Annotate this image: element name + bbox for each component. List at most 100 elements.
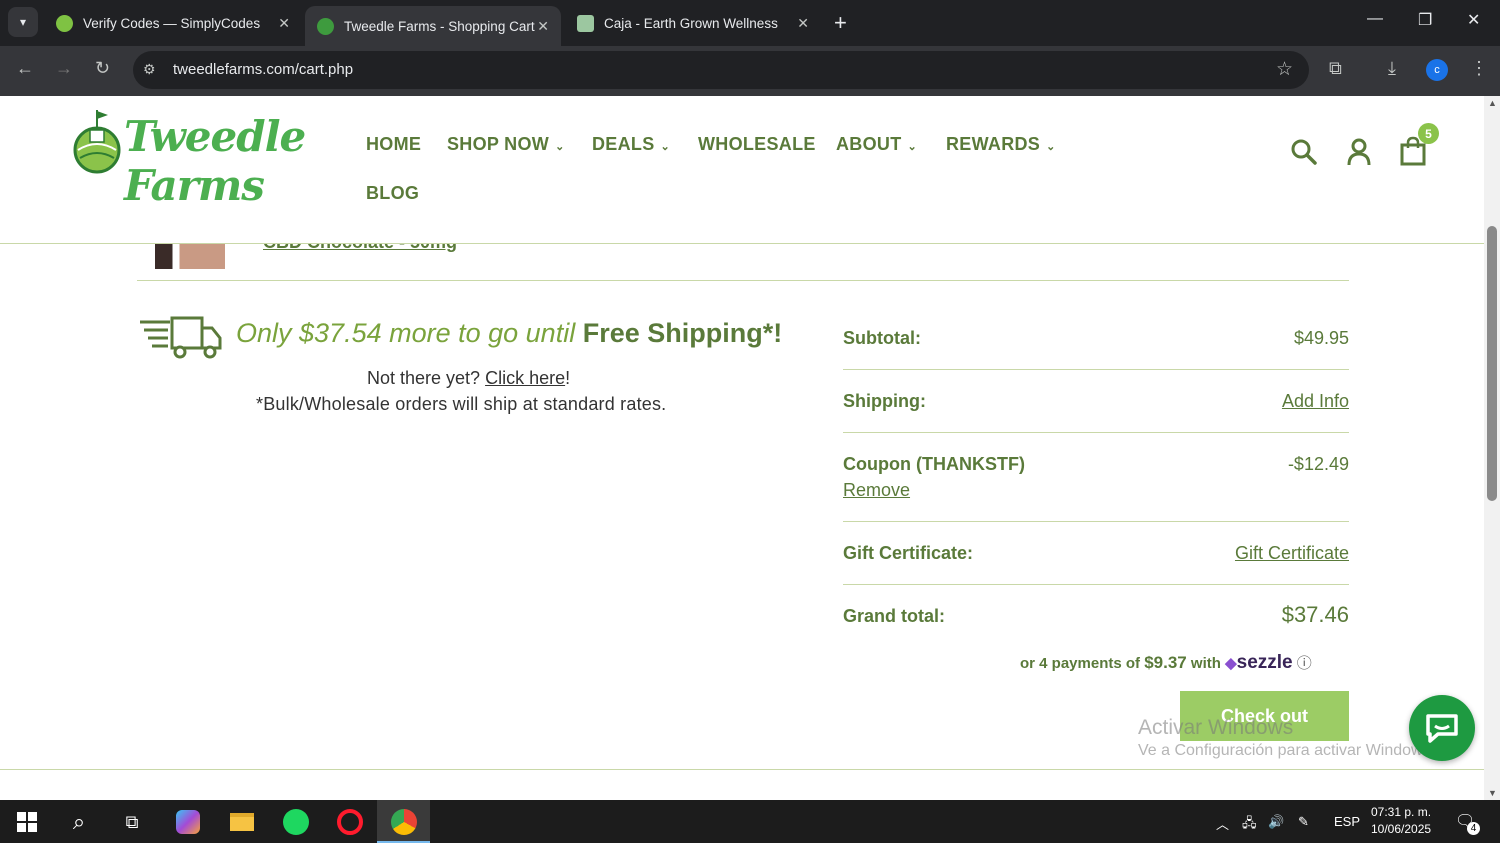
tab-title: Verify Codes — SimplyCodes — [83, 15, 261, 31]
address-bar[interactable]: ⚙ tweedlefarms.com/cart.php ☆ — [133, 51, 1309, 89]
new-tab-plus-icon[interactable]: + — [834, 10, 847, 36]
sezzle-brand: sezzle — [1236, 652, 1293, 673]
shipping-label: Shipping: — [843, 391, 926, 411]
tab-simplycodes[interactable]: Verify Codes — SimplyCodes ✕ — [44, 6, 302, 40]
chevron-down-icon: ▾ — [19, 15, 27, 29]
cart-count-badge: 5 — [1418, 123, 1439, 144]
back-arrow-icon[interactable]: ← — [16, 58, 34, 79]
shipping-row: Shipping: Add Info — [843, 370, 1349, 433]
sezzle-installments[interactable]: or 4 payments of $9.37 with ◆sezzle ⓘ — [1020, 652, 1312, 674]
minimize-icon[interactable]: — — [1367, 10, 1383, 28]
coupon-label: Coupon (THANKSTF) — [843, 454, 1025, 474]
gift-certificate-label: Gift Certificate: — [843, 543, 974, 563]
show-hidden-icons-chevron-icon[interactable]: ︿ — [1216, 814, 1229, 833]
language-indicator[interactable]: ESP — [1334, 814, 1360, 829]
volume-icon[interactable]: 🔊 — [1268, 814, 1284, 830]
earth-grown-favicon-icon — [577, 14, 594, 32]
file-explorer-icon[interactable] — [226, 806, 258, 838]
browser-tab-bar: ▾ Verify Codes — SimplyCodes ✕ Tweedle F… — [0, 0, 1500, 46]
nav-wholesale-label: WHOLESALE — [698, 134, 816, 154]
download-icon[interactable]: ⤓ — [1388, 58, 1396, 79]
scrollbar-thumb[interactable] — [1487, 226, 1497, 501]
search-icon[interactable] — [1290, 138, 1318, 166]
subtotal-label: Subtotal: — [843, 328, 921, 348]
chat-bubble-icon — [1426, 714, 1458, 743]
scroll-up-icon[interactable]: ▲ — [1488, 98, 1497, 108]
tab-title: Caja - Earth Grown Wellness — [604, 15, 778, 31]
close-icon[interactable]: ✕ — [278, 15, 290, 32]
product-thumbnail[interactable] — [155, 241, 225, 269]
farm-globe-logo-icon — [73, 110, 121, 174]
divider — [137, 280, 1349, 281]
nav-shop-now[interactable]: SHOP NOW ⌄ — [447, 134, 565, 155]
bulk-wholesale-note: *Bulk/Wholesale orders will ship at stan… — [256, 394, 667, 414]
click-here-link[interactable]: Click here — [485, 368, 565, 388]
nav-rewards[interactable]: REWARDS ⌄ — [946, 134, 1056, 155]
grand-total-label: Grand total: — [843, 606, 945, 626]
sezzle-amount: $9.37 — [1144, 653, 1187, 672]
nav-deals[interactable]: DEALS ⌄ — [592, 134, 670, 155]
delivery-truck-icon — [140, 316, 222, 359]
tab-earth-grown[interactable]: Caja - Earth Grown Wellness ✕ — [565, 6, 821, 40]
close-icon[interactable]: ✕ — [537, 18, 549, 35]
chrome-icon[interactable] — [388, 806, 420, 838]
not-there-yet-text: Not there yet? Click here! — [367, 368, 570, 389]
page-scrollbar[interactable]: ▲ ▼ — [1484, 96, 1500, 800]
nav-blog[interactable]: BLOG — [366, 183, 419, 204]
forward-arrow-icon[interactable]: → — [55, 58, 73, 79]
bookmark-star-icon[interactable]: ☆ — [1276, 58, 1293, 81]
promo-prefix: Only $37.54 more to go until — [236, 318, 583, 348]
url-text[interactable]: tweedlefarms.com/cart.php — [173, 61, 353, 78]
nav-wholesale[interactable]: WHOLESALE — [698, 134, 816, 155]
coupon-value: -$12.49 — [1287, 454, 1349, 474]
close-window-icon[interactable]: ✕ — [1467, 10, 1480, 30]
not-there-label: Not there yet? — [367, 368, 486, 388]
coupon-row: Coupon (THANKSTF) -$12.49 Remove — [843, 433, 1349, 522]
clock-date: 10/06/2025 — [1371, 822, 1432, 836]
nav-about[interactable]: ABOUT ⌄ — [836, 134, 917, 155]
windows-activation-subtext: Ve a Configuración para activar Windows. — [1138, 742, 1436, 759]
reload-icon[interactable]: ↻ — [95, 58, 110, 79]
windows-start-icon[interactable] — [11, 806, 43, 838]
info-icon[interactable]: ⓘ — [1297, 655, 1312, 672]
free-shipping-message: Only $37.54 more to go until Free Shippi… — [236, 318, 782, 349]
pen-icon[interactable]: ✎ — [1298, 814, 1309, 830]
live-chat-button[interactable] — [1409, 695, 1475, 761]
site-header: Tweedle Farms HOME SHOP NOW ⌄ DEALS ⌄ WHOL… — [0, 96, 1484, 244]
search-icon[interactable]: ⌕ — [63, 806, 95, 838]
simplycodes-favicon-icon — [56, 14, 73, 32]
grand-total-row: Grand total: $37.46 — [843, 585, 1349, 647]
chevron-down-icon: ⌄ — [1046, 141, 1056, 153]
gift-certificate-link[interactable]: Gift Certificate — [1235, 543, 1349, 563]
tab-tweedle-farms[interactable]: Tweedle Farms - Shopping Cart ✕ — [305, 6, 561, 46]
restore-icon[interactable]: ❐ — [1418, 10, 1432, 30]
tab-search-button[interactable]: ▾ — [8, 7, 38, 37]
web-page: CBD Chocolate - 50mg Tweedle Farms HOME … — [0, 96, 1484, 800]
task-view-icon[interactable]: ⧉ — [116, 806, 148, 838]
account-user-icon[interactable] — [1346, 137, 1372, 167]
subtotal-value: $49.95 — [1293, 328, 1349, 348]
spotify-icon[interactable] — [280, 806, 312, 838]
more-menu-icon[interactable]: ⋮ — [1470, 58, 1488, 79]
sezzle-logo-icon: ◆ — [1225, 655, 1237, 672]
nav-about-label: ABOUT — [836, 134, 902, 154]
browser-toolbar: ← → ↻ ⚙ tweedlefarms.com/cart.php ☆ ⧉ ⤓ … — [0, 46, 1500, 96]
copilot-icon[interactable] — [172, 806, 204, 838]
chevron-down-icon: ⌄ — [555, 141, 565, 153]
site-info-icon[interactable]: ⚙ — [143, 61, 156, 78]
grand-total-value: $37.46 — [1281, 602, 1349, 627]
close-icon[interactable]: ✕ — [797, 15, 809, 32]
add-shipping-info-link[interactable]: Add Info — [1282, 391, 1349, 411]
remove-coupon-link[interactable]: Remove — [843, 480, 910, 501]
network-icon[interactable]: 🖧 — [1242, 814, 1257, 836]
tweedle-farms-logo[interactable]: Tweedle Farms — [72, 108, 352, 210]
profile-avatar[interactable]: c — [1426, 59, 1448, 81]
scroll-down-icon[interactable]: ▼ — [1488, 788, 1497, 798]
taskbar-clock[interactable]: 07:31 p. m. 10/06/2025 — [1371, 804, 1431, 838]
promo-free-shipping: Free Shipping*! — [582, 318, 783, 348]
subtotal-row: Subtotal: $49.95 — [843, 318, 1349, 370]
extensions-puzzle-icon[interactable]: ⧉ — [1329, 58, 1342, 79]
nav-home[interactable]: HOME — [366, 134, 421, 155]
sezzle-prefix: or 4 payments of — [1020, 655, 1145, 672]
opera-icon[interactable] — [334, 806, 366, 838]
